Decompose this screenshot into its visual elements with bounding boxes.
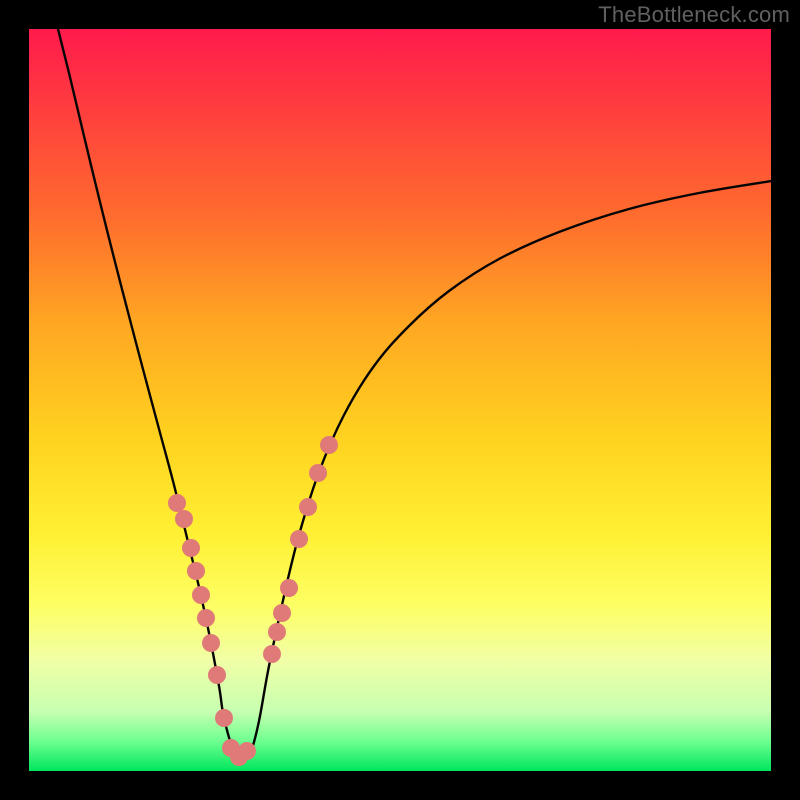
gpu-point xyxy=(187,562,205,580)
gpu-point xyxy=(273,604,291,622)
gpu-point xyxy=(309,464,327,482)
gpu-point xyxy=(215,709,233,727)
watermark-text: TheBottleneck.com xyxy=(598,2,790,28)
gpu-point xyxy=(168,494,186,512)
gpu-point xyxy=(320,436,338,454)
gpu-point xyxy=(192,586,210,604)
gpu-point xyxy=(290,530,308,548)
gpu-point xyxy=(299,498,317,516)
gpu-point xyxy=(197,609,215,627)
plot-area xyxy=(29,29,771,771)
curve-layer xyxy=(29,29,771,771)
chart-frame: TheBottleneck.com xyxy=(0,0,800,800)
gpu-points-group xyxy=(168,436,338,766)
gpu-point xyxy=(202,634,220,652)
gpu-point xyxy=(263,645,281,663)
gpu-point xyxy=(238,742,256,760)
gpu-point xyxy=(182,539,200,557)
gpu-point xyxy=(208,666,226,684)
gpu-point xyxy=(268,623,286,641)
bottleneck-curve xyxy=(58,29,771,757)
gpu-point xyxy=(175,510,193,528)
gpu-point xyxy=(280,579,298,597)
